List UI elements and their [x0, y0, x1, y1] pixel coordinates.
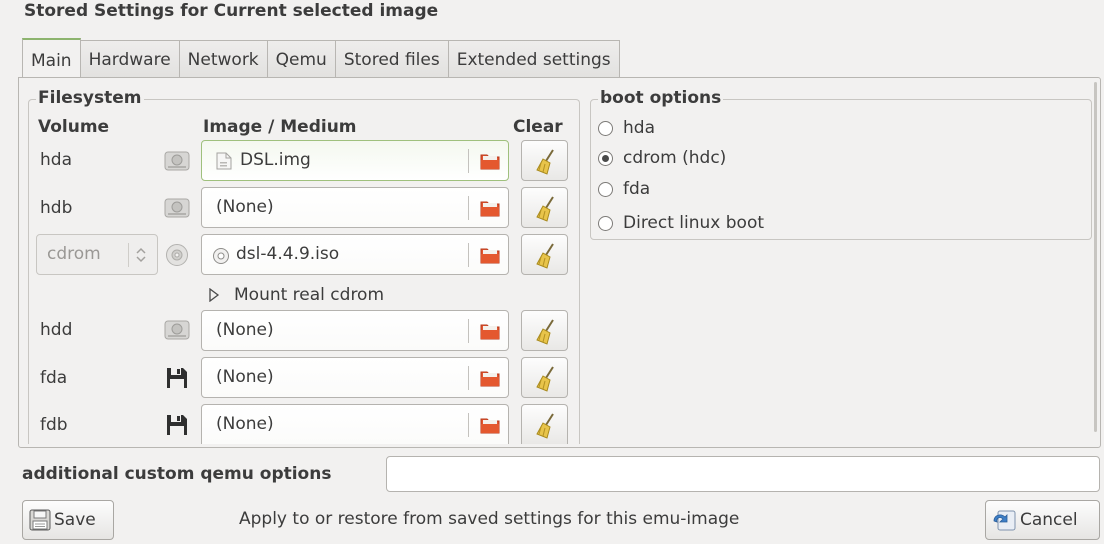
- drive-label-fda: fda: [40, 368, 68, 388]
- hard-disk-icon: [164, 320, 190, 340]
- footer-info-text: Apply to or restore from saved settings …: [239, 509, 740, 529]
- cdrom-device-select[interactable]: cdrom: [36, 234, 158, 275]
- boot-option-cdrom[interactable]: cdrom (hdc): [598, 148, 726, 168]
- folder-icon[interactable]: [480, 199, 500, 217]
- tab-hardware[interactable]: Hardware: [80, 40, 180, 78]
- folder-icon[interactable]: [480, 322, 500, 340]
- custom-options-label: additional custom qemu options: [22, 464, 332, 484]
- drive-label-hdd: hdd: [40, 320, 73, 340]
- custom-options-input[interactable]: [386, 456, 1100, 492]
- cdrom-image-field[interactable]: dsl-4.4.9.iso: [201, 234, 509, 275]
- mount-real-cdrom-label: Mount real cdrom: [234, 285, 385, 305]
- clear-header: Clear: [513, 117, 563, 137]
- radio-button[interactable]: [598, 215, 613, 231]
- broom-icon: [536, 319, 554, 345]
- folder-icon[interactable]: [480, 246, 500, 264]
- tab-main[interactable]: Main: [22, 38, 81, 78]
- tab-bar: Main Hardware Network Qemu Stored files …: [22, 38, 620, 78]
- filesystem-legend: Filesystem: [36, 88, 144, 108]
- clear-hdb-button[interactable]: [521, 187, 568, 228]
- floppy-icon: [167, 368, 187, 388]
- scrollbar[interactable]: [1094, 82, 1097, 432]
- image-medium-header: Image / Medium: [203, 117, 357, 137]
- save-button[interactable]: Save: [22, 500, 114, 540]
- boot-option-label: cdrom (hdc): [623, 148, 727, 168]
- tab-stored-files[interactable]: Stored files: [335, 40, 449, 78]
- hdd-image-value: (None): [216, 320, 274, 340]
- tab-qemu[interactable]: Qemu: [267, 40, 336, 78]
- broom-icon: [536, 149, 554, 175]
- radio-button[interactable]: [598, 181, 613, 197]
- hard-disk-icon: [164, 151, 190, 171]
- volume-header: Volume: [38, 117, 110, 137]
- boot-option-fda[interactable]: fda: [598, 179, 650, 199]
- fda-image-field[interactable]: (None): [201, 357, 509, 398]
- clear-hdd-button[interactable]: [521, 310, 568, 351]
- clear-fdb-button[interactable]: [521, 404, 568, 444]
- file-icon: [216, 152, 232, 170]
- updown-arrow-icon: [136, 247, 146, 263]
- cdrom-image-value: dsl-4.4.9.iso: [236, 244, 340, 264]
- save-button-label: Save: [54, 510, 96, 530]
- clear-hda-button[interactable]: [521, 140, 568, 181]
- folder-icon[interactable]: [480, 152, 500, 170]
- cd-icon: [166, 244, 188, 266]
- boot-option-label: hda: [623, 118, 655, 138]
- broom-icon: [536, 366, 554, 392]
- fdb-image-value: (None): [216, 414, 274, 434]
- tab-network[interactable]: Network: [179, 40, 268, 78]
- floppy-icon: [167, 415, 187, 435]
- boot-option-hda[interactable]: hda: [598, 118, 655, 138]
- cdrom-select-value: cdrom: [47, 244, 101, 264]
- floppy-save-icon: [29, 509, 51, 531]
- hda-image-value: DSL.img: [240, 150, 311, 170]
- hdb-image-value: (None): [216, 197, 274, 217]
- drive-label-fdb: fdb: [40, 415, 68, 435]
- cancel-icon: [993, 510, 1016, 531]
- cancel-button-label: Cancel: [1020, 510, 1078, 530]
- cancel-button[interactable]: Cancel: [985, 500, 1100, 540]
- hdd-image-field[interactable]: (None): [201, 310, 509, 351]
- boot-options-legend: boot options: [598, 88, 724, 108]
- radio-button[interactable]: [598, 150, 613, 166]
- hard-disk-icon: [164, 198, 190, 218]
- broom-icon: [536, 413, 554, 439]
- hda-image-field[interactable]: DSL.img: [201, 140, 509, 181]
- mount-real-cdrom-expander[interactable]: Mount real cdrom: [208, 285, 384, 305]
- clear-fda-button[interactable]: [521, 357, 568, 398]
- radio-button[interactable]: [598, 120, 613, 136]
- cd-icon: [213, 248, 229, 264]
- boot-option-label: fda: [623, 179, 651, 199]
- tab-extended-settings[interactable]: Extended settings: [448, 40, 620, 78]
- folder-icon[interactable]: [480, 369, 500, 387]
- broom-icon: [536, 196, 554, 222]
- broom-icon: [536, 243, 554, 269]
- drive-label-hdb: hdb: [40, 198, 73, 218]
- folder-icon[interactable]: [480, 416, 500, 434]
- clear-cdrom-button[interactable]: [521, 234, 568, 275]
- drive-label-hda: hda: [40, 150, 72, 170]
- hdb-image-field[interactable]: (None): [201, 187, 509, 228]
- boot-option-direct-linux[interactable]: Direct linux boot: [598, 213, 764, 233]
- expander-arrow-icon: [209, 288, 220, 302]
- boot-option-label: Direct linux boot: [623, 213, 765, 233]
- window-title: Stored Settings for Current selected ima…: [24, 1, 439, 21]
- fdb-image-field[interactable]: (None): [201, 404, 509, 444]
- fda-image-value: (None): [216, 367, 274, 387]
